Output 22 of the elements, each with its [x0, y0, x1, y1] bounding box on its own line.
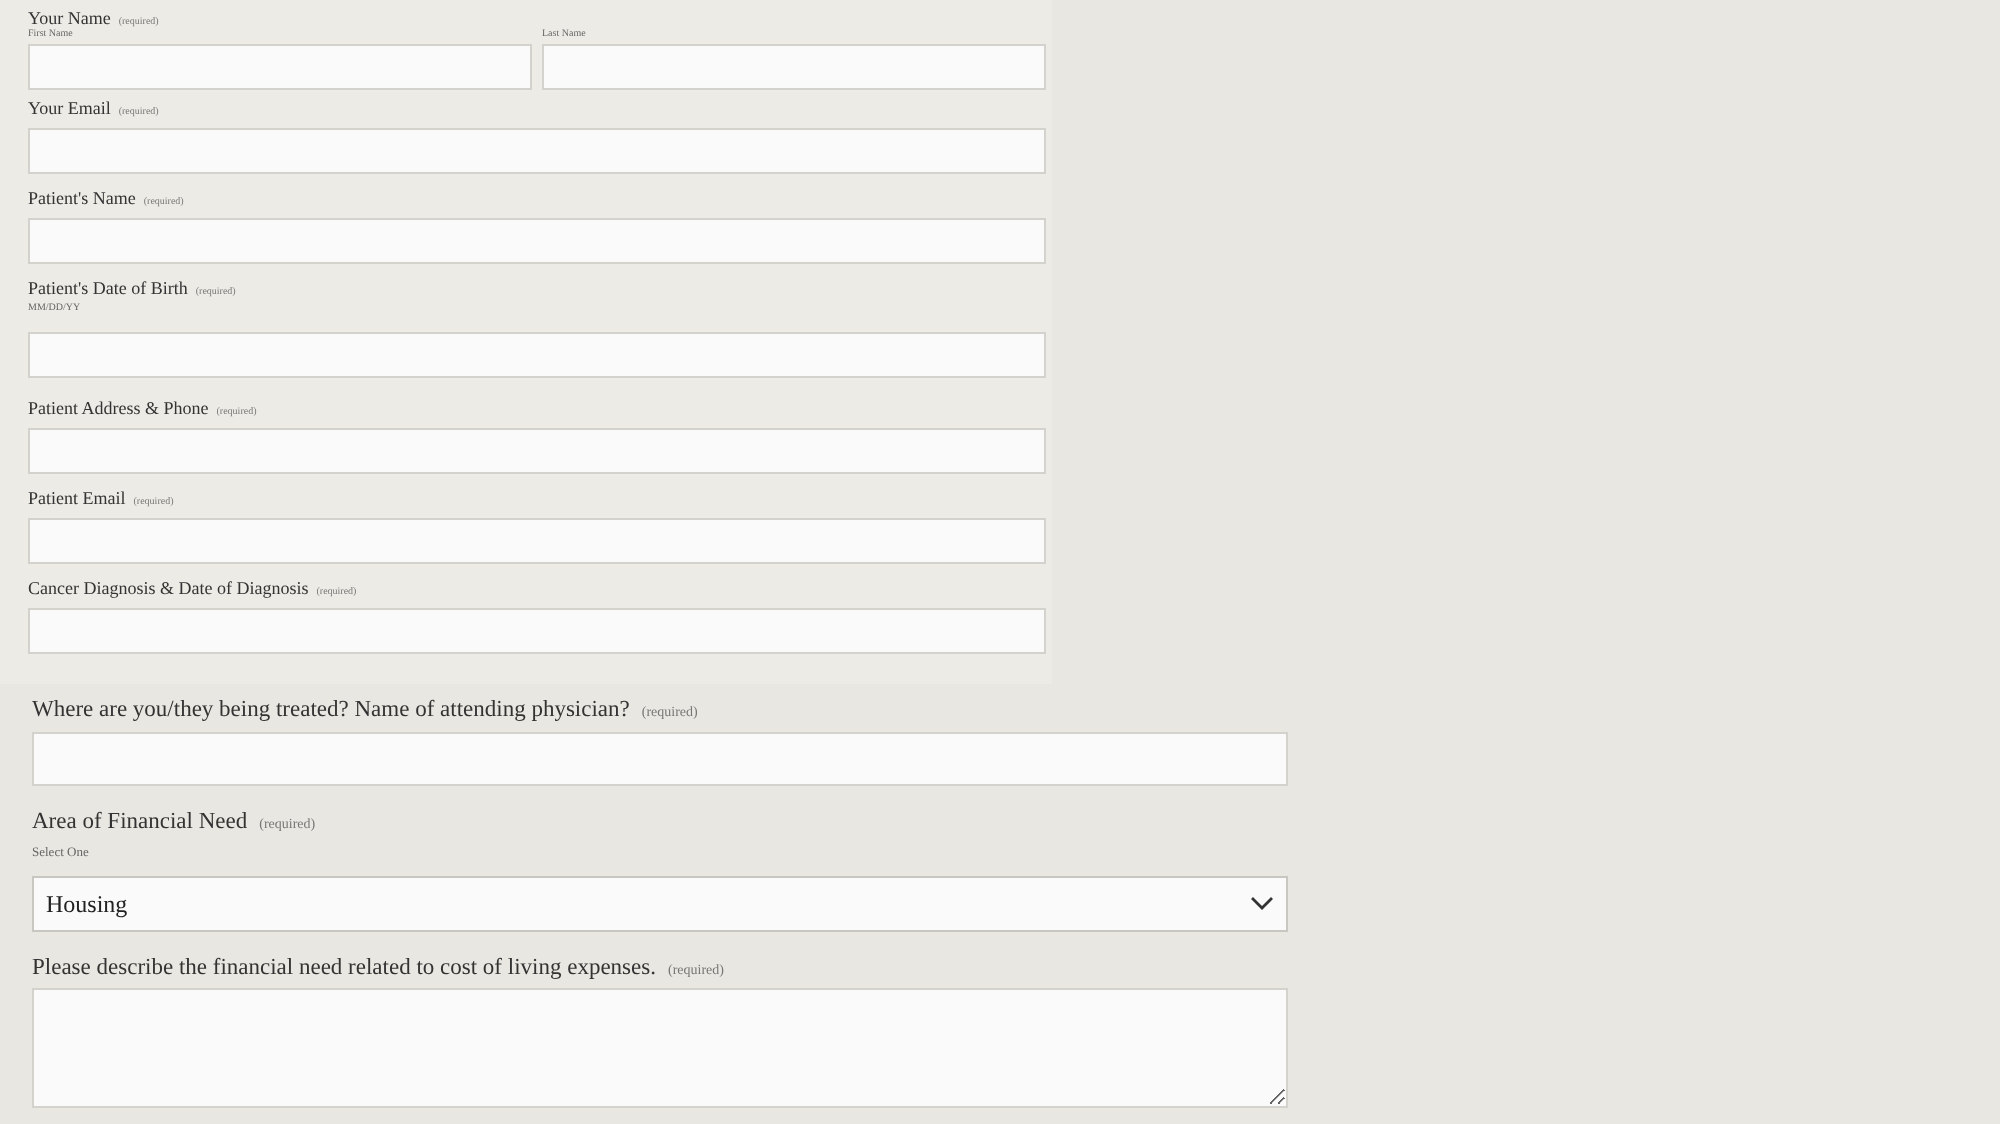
- input-field[interactable]: [28, 332, 1046, 378]
- input-field[interactable]: [28, 428, 1046, 474]
- field-label: Area of Financial Need: [32, 810, 248, 834]
- field-label: Patient's Date of Birth: [28, 278, 188, 298]
- field-label: Your Name: [28, 8, 111, 28]
- chevron-down-icon: [1250, 896, 1274, 912]
- select-dropdown[interactable]: Housing: [32, 876, 1288, 932]
- input-field[interactable]: [28, 44, 532, 90]
- text-area[interactable]: [32, 988, 1288, 1108]
- input-field[interactable]: [28, 128, 1046, 174]
- field-label: Please describe the financial need related to cost of living expenses.: [32, 956, 656, 980]
- field-label: Patient's Name: [28, 188, 136, 208]
- field-label: Where are you/they being treated? Name of attending physician?: [32, 698, 630, 722]
- field-label: Your Email: [28, 98, 111, 118]
- input-field[interactable]: [28, 518, 1046, 564]
- input-field[interactable]: [28, 218, 1046, 264]
- input-field[interactable]: [542, 44, 1046, 90]
- field-label: Cancer Diagnosis & Date of Diagnosis: [28, 578, 309, 598]
- field-label: Patient Email: [28, 488, 126, 508]
- input-field[interactable]: [32, 732, 1288, 786]
- input-field[interactable]: [28, 608, 1046, 654]
- field-label: Patient Address & Phone: [28, 398, 209, 418]
